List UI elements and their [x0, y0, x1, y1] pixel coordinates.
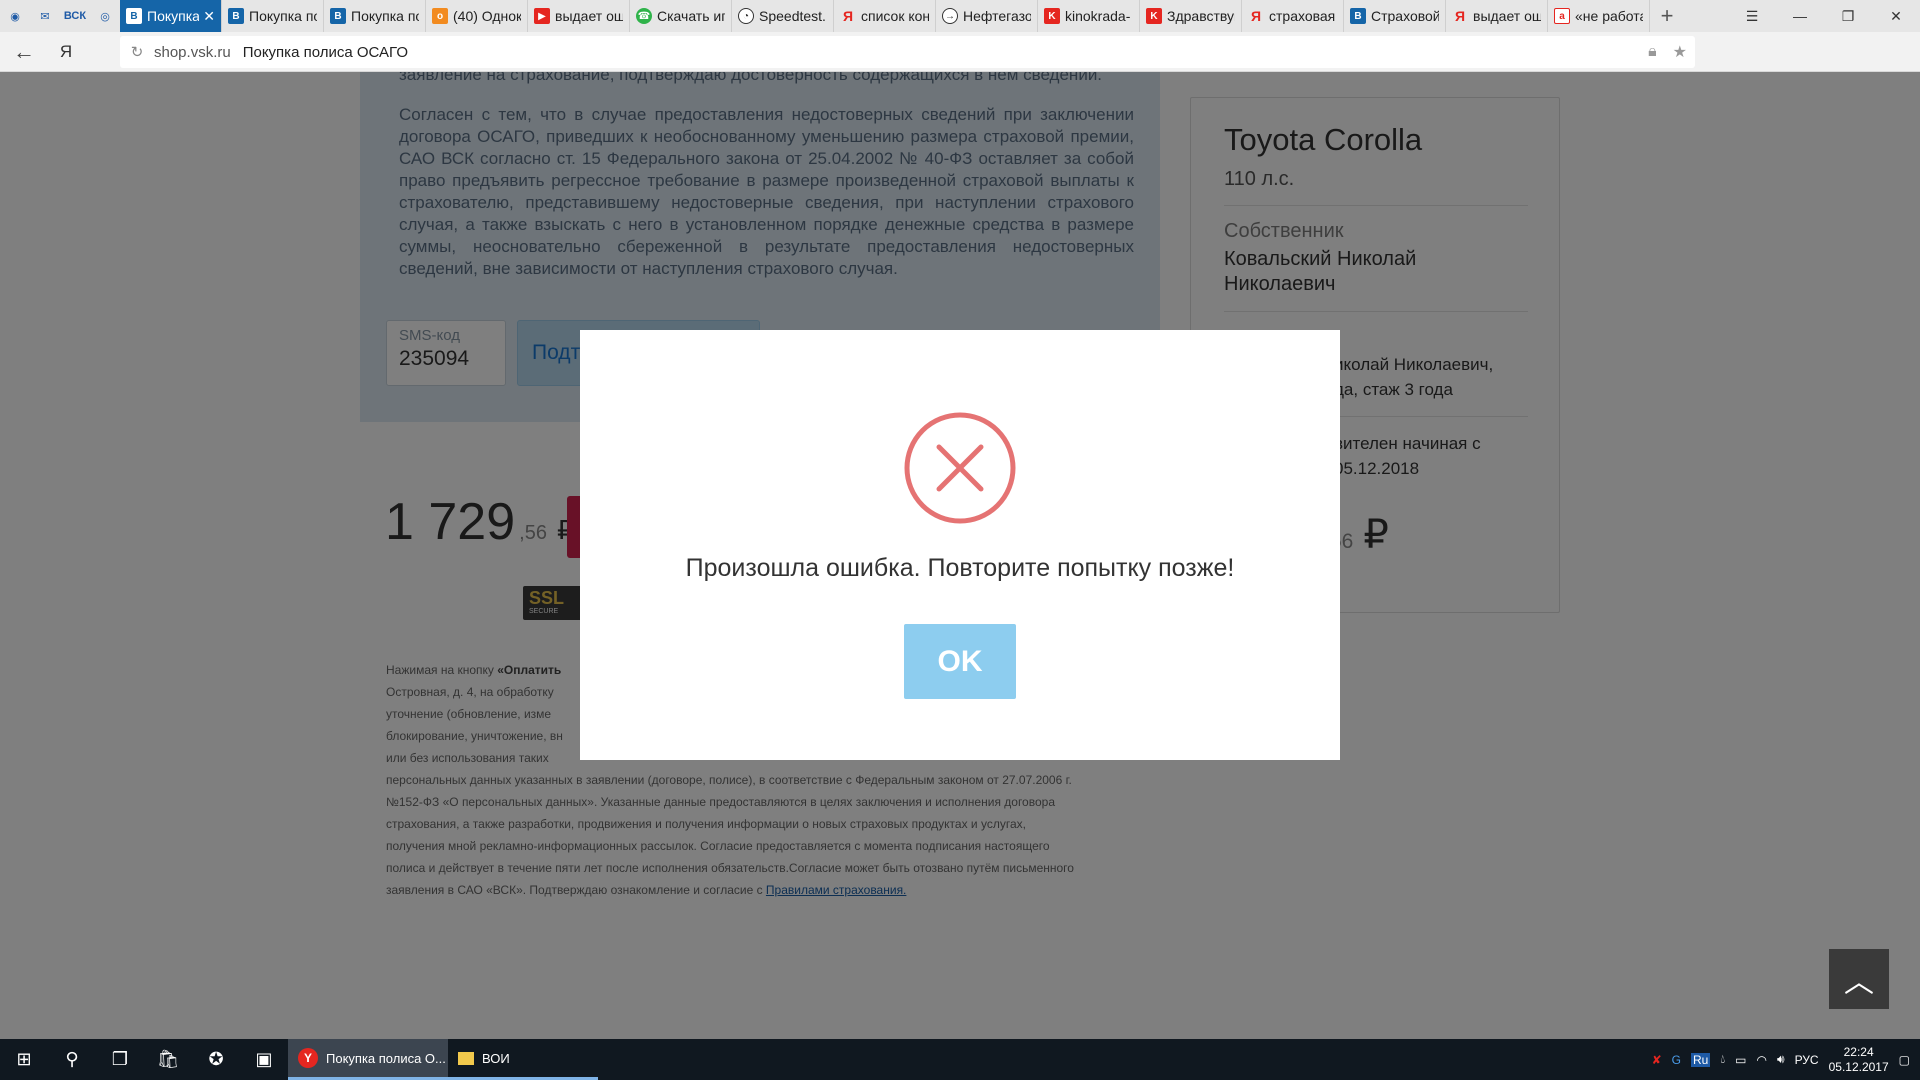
- browser-tab-bar: ◉ ✉ ВСК ◎ В Покупка ✕ В Покупка по В Покуп…: [0, 0, 1920, 32]
- tab-label: Нефтегазо: [963, 8, 1031, 24]
- back-arrow-icon[interactable]: ←: [0, 32, 48, 72]
- youtube-favicon-icon: ▶: [534, 8, 550, 24]
- tab[interactable]: → Нефтегазо: [936, 0, 1038, 32]
- whatsapp-favicon-icon: ☎: [636, 8, 652, 24]
- clock-time: 22:24: [1843, 1044, 1874, 1059]
- clock[interactable]: 22:24 05.12.2017: [1829, 1045, 1889, 1075]
- tab-label: выдает ош: [555, 8, 623, 24]
- tab-label: Покупка: [147, 8, 200, 24]
- vsk-favicon-icon: В: [330, 8, 346, 24]
- window-controls: ☰ — ❐ ✕: [1728, 0, 1920, 32]
- ok-button[interactable]: OK: [904, 624, 1016, 699]
- clock-date: 05.12.2017: [1828, 1059, 1889, 1074]
- error-dialog: Произошла ошибка. Повторите попытку позж…: [580, 330, 1340, 760]
- pinned-tab-vsk[interactable]: ВСК: [60, 0, 90, 32]
- yandex-home-button[interactable]: Я: [48, 32, 84, 72]
- reload-icon[interactable]: ↻: [120, 43, 154, 61]
- vsk-favicon-icon: В: [126, 8, 142, 24]
- tray-app-icon[interactable]: G: [1672, 1053, 1681, 1067]
- tab[interactable]: В Покупка по: [222, 0, 324, 32]
- app-icon[interactable]: ✪: [192, 1039, 240, 1080]
- tab-label: Speedtest.: [759, 8, 826, 24]
- scroll-to-top-button[interactable]: ︿: [1829, 949, 1889, 1009]
- tray-drop-icon[interactable]: 💧︎: [1720, 1052, 1725, 1067]
- tab[interactable]: Kkinokrada-: [1038, 0, 1140, 32]
- url-page-title: Покупка полиса ОСАГО: [242, 43, 408, 61]
- tab-label: (40) Однок: [453, 8, 521, 24]
- tab-label: страховая: [1269, 8, 1336, 24]
- close-tab-icon[interactable]: ✕: [203, 8, 215, 25]
- folder-icon: [458, 1051, 474, 1065]
- tab-label: список кон: [861, 8, 929, 24]
- pinned-mail-icon[interactable]: ✉: [30, 0, 60, 32]
- close-window-icon[interactable]: ✕: [1872, 0, 1920, 32]
- lock-icon[interactable]: 🔒︎: [1648, 43, 1657, 61]
- windows-taskbar: ⊞ ⚲ ❐ 🛍︎ ✪ ▣ Y Покупка полиса О... ВОИ ✘…: [0, 1039, 1920, 1080]
- tab-label: Покупка по: [249, 8, 317, 24]
- volume-icon[interactable]: 🔊︎: [1777, 1052, 1785, 1067]
- address-bar: ← Я ↻ shop.vsk.ru Покупка полиса ОСАГО 🔒…: [0, 32, 1920, 92]
- tab[interactable]: Ястраховая: [1242, 0, 1344, 32]
- tray-lang-icon[interactable]: Ru: [1691, 1052, 1711, 1067]
- kinopoisk-favicon-icon: K: [1044, 8, 1060, 24]
- tray-app-icon[interactable]: ✘: [1652, 1053, 1662, 1067]
- notifications-icon[interactable]: ▢: [1899, 1053, 1910, 1067]
- bookmark-star-icon[interactable]: ★: [1673, 42, 1687, 62]
- tab-label: Здравствуй: [1167, 8, 1235, 24]
- tab-label: kinokrada-: [1065, 8, 1131, 24]
- url-host: shop.vsk.ru: [154, 43, 231, 61]
- minimize-icon[interactable]: —: [1776, 0, 1824, 32]
- tab[interactable]: K Здравствуй: [1140, 0, 1242, 32]
- vsk-favicon-icon: В: [228, 8, 244, 24]
- battery-icon[interactable]: ▭: [1735, 1053, 1746, 1067]
- tab-label: выдает ош: [1473, 8, 1541, 24]
- pinned-tab-icon[interactable]: ◉: [0, 0, 30, 32]
- yandex-favicon-icon: Я: [842, 8, 854, 24]
- yandex-favicon-icon: Я: [1454, 8, 1466, 24]
- tab-label: Страховой: [1371, 8, 1439, 24]
- tab[interactable]: В Страховой: [1344, 0, 1446, 32]
- url-actions: 🔒︎ ★: [1648, 36, 1687, 68]
- speedtest-favicon-icon: ◔: [738, 8, 754, 24]
- pinned-tab-globe[interactable]: ◎: [90, 0, 120, 32]
- new-tab-button[interactable]: +: [1650, 0, 1684, 32]
- tab-label: Покупка по: [351, 8, 419, 24]
- windows-start-icon[interactable]: ⊞: [0, 1039, 48, 1080]
- error-message: Произошла ошибка. Повторите попытку позж…: [685, 554, 1235, 582]
- store-icon[interactable]: 🛍︎: [144, 1039, 192, 1080]
- search-icon[interactable]: ⚲: [48, 1039, 96, 1080]
- error-x-icon: [904, 412, 1016, 524]
- restore-icon[interactable]: ❐: [1824, 0, 1872, 32]
- yandex-favicon-icon: Я: [1250, 8, 1262, 24]
- url-field[interactable]: ↻ shop.vsk.ru Покупка полиса ОСАГО 🔒︎ ★: [120, 36, 1695, 68]
- tab[interactable]: ☎ Скачать иг: [630, 0, 732, 32]
- tab-active[interactable]: В Покупка ✕: [120, 0, 222, 32]
- ok-favicon-icon: o: [432, 8, 448, 24]
- answers-favicon-icon: a: [1554, 8, 1570, 24]
- kinopoisk-favicon-icon: K: [1146, 8, 1162, 24]
- vsk-favicon-icon: В: [1350, 8, 1366, 24]
- tab-label: «не работа: [1575, 8, 1643, 24]
- tab[interactable]: Ясписок кон: [834, 0, 936, 32]
- taskbar-folder-app[interactable]: ВОИ: [448, 1039, 598, 1080]
- tab[interactable]: Явыдает ош: [1446, 0, 1548, 32]
- tab[interactable]: В Покупка по: [324, 0, 426, 32]
- tab[interactable]: ▶ выдает ош: [528, 0, 630, 32]
- page-favicon-icon: →: [942, 8, 958, 24]
- tab[interactable]: o (40) Однок: [426, 0, 528, 32]
- taskbar-app-label: Покупка полиса О...: [326, 1050, 446, 1066]
- tab[interactable]: ◔ Speedtest.: [732, 0, 834, 32]
- system-tray: ✘ G Ru 💧︎ ▭ ◠ 🔊︎ РУС 22:24 05.12.2017 ▢: [1652, 1039, 1920, 1080]
- browser-menu-icon[interactable]: ☰: [1728, 0, 1776, 32]
- tab-label: Скачать иг: [657, 8, 725, 24]
- taskbar-browser-app[interactable]: Y Покупка полиса О...: [288, 1039, 448, 1080]
- app-window-icon[interactable]: ▣: [240, 1039, 288, 1080]
- input-language[interactable]: РУС: [1795, 1053, 1819, 1067]
- task-view-icon[interactable]: ❐: [96, 1039, 144, 1080]
- taskbar-app-label: ВОИ: [482, 1050, 510, 1066]
- tab[interactable]: a «не работа: [1548, 0, 1650, 32]
- yandex-browser-icon: Y: [298, 1048, 318, 1068]
- wifi-icon[interactable]: ◠: [1757, 1053, 1767, 1067]
